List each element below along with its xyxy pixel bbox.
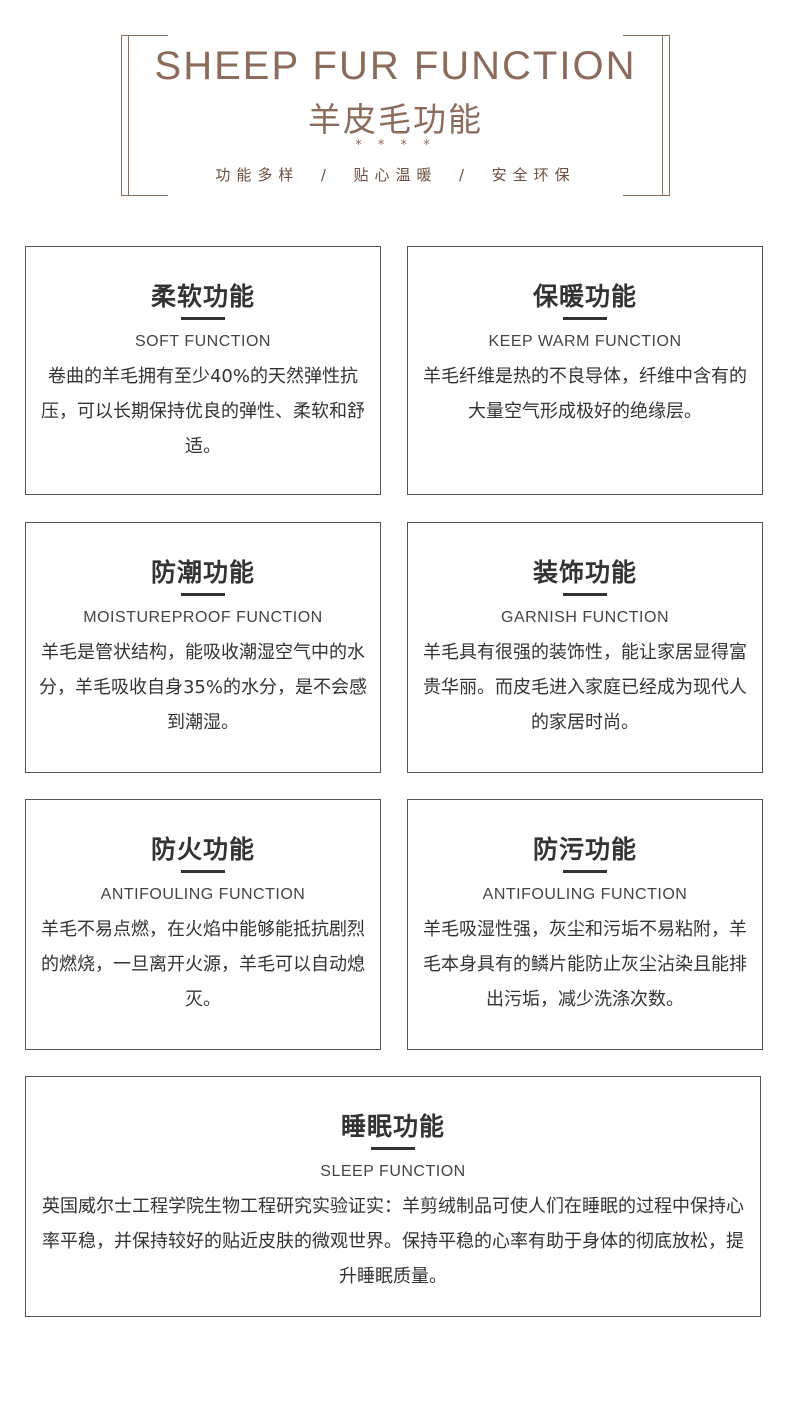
card-description: 羊毛是管状结构，能吸收潮湿空气中的水分，羊毛吸收自身35%的水分，是不会感到潮湿…: [38, 642, 367, 733]
title-underline: [181, 317, 225, 320]
title-underline: [563, 593, 607, 596]
card-subtitle: ANTIFOULING FUNCTION: [100, 886, 306, 903]
title-underline: [371, 1147, 415, 1150]
card-description: 卷曲的羊毛拥有至少40%的天然弹性抗压，可以长期保持优良的弹性、柔软和舒适。: [41, 366, 365, 457]
card-subtitle: GARNISH FUNCTION: [501, 609, 669, 626]
card-title: 防火功能: [150, 835, 255, 864]
card-description: 英国威尔士工程学院生物工程研究实验证实：羊剪绒制品可使人们在睡眠的过程中保持心率…: [42, 1196, 744, 1287]
title-underline: [563, 317, 607, 320]
title-underline: [563, 870, 607, 873]
card-description: 羊毛吸湿性强，灰尘和污垢不易粘附，羊毛本身具有的鳞片能防止灰尘沾染且能排出污垢，…: [423, 919, 747, 1010]
title-underline: [181, 870, 225, 873]
title-underline: [181, 593, 225, 596]
header-title-cn: 羊皮毛功能: [308, 100, 483, 139]
card-subtitle: MOISTUREPROOF FUNCTION: [83, 609, 323, 626]
section-header: SHEEP FUR FUNCTION 羊皮毛功能 * * * * 功能多样 / …: [121, 35, 670, 196]
card-description: 羊毛不易点燃，在火焰中能够能抵抗剧烈的燃烧，一旦离开火源，羊毛可以自动熄灭。: [41, 919, 365, 1010]
card-title: 装饰功能: [532, 558, 637, 587]
card-subtitle: ANTIFOULING FUNCTION: [482, 886, 688, 903]
card-title: 柔软功能: [150, 282, 255, 311]
card-description: 羊毛纤维是热的不良导体，纤维中含有的大量空气形成极好的绝缘层。: [423, 366, 747, 422]
header-title-en: SHEEP FUR FUNCTION: [154, 44, 637, 88]
header-stars: * * * *: [355, 138, 436, 153]
card-sleep: 睡眠功能 SLEEP FUNCTION 英国威尔士工程学院生物工程研究实验证实：…: [25, 1076, 761, 1317]
card-keep-warm: 保暖功能 KEEP WARM FUNCTION 羊毛纤维是热的不良导体，纤维中含…: [407, 246, 763, 495]
card-moistureproof: 防潮功能 MOISTUREPROOF FUNCTION 羊毛是管状结构，能吸收潮…: [25, 522, 381, 773]
card-title: 睡眠功能: [340, 1112, 445, 1141]
card-subtitle: SOFT FUNCTION: [135, 333, 271, 350]
card-subtitle: KEEP WARM FUNCTION: [488, 333, 682, 350]
card-garnish: 装饰功能 GARNISH FUNCTION 羊毛具有很强的装饰性，能让家居显得富…: [407, 522, 763, 773]
card-soft: 柔软功能 SOFT FUNCTION 卷曲的羊毛拥有至少40%的天然弹性抗压，可…: [25, 246, 381, 495]
card-description: 羊毛具有很强的装饰性，能让家居显得富贵华丽。而皮毛进入家庭已经成为现代人的家居时…: [423, 642, 747, 733]
card-subtitle: SLEEP FUNCTION: [320, 1163, 466, 1180]
header-tagline: 功能多样 / 贴心温暖 / 安全环保: [215, 166, 576, 184]
card-antifouling: 防污功能 ANTIFOULING FUNCTION 羊毛吸湿性强，灰尘和污垢不易…: [407, 799, 763, 1050]
card-title: 防污功能: [532, 835, 637, 864]
card-title: 保暖功能: [532, 282, 637, 311]
card-fireproof: 防火功能 ANTIFOULING FUNCTION 羊毛不易点燃，在火焰中能够能…: [25, 799, 381, 1050]
card-title: 防潮功能: [150, 558, 255, 587]
